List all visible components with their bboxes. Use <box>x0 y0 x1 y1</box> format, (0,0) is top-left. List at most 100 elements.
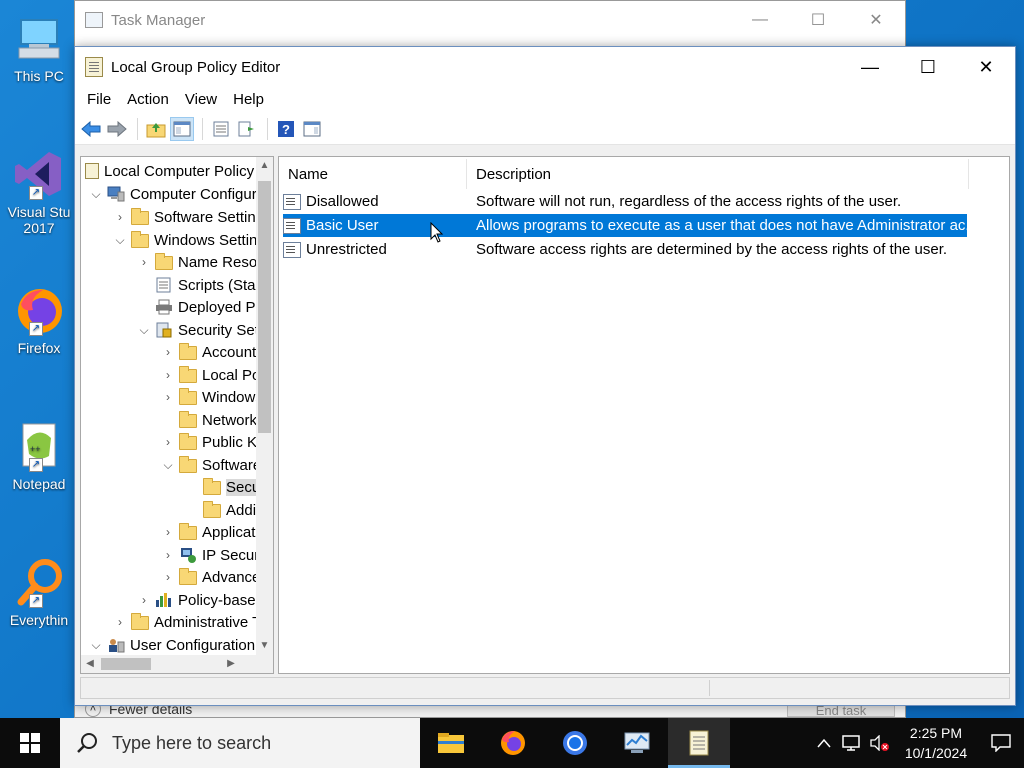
folder-icon <box>203 501 221 518</box>
taskbar-search-box[interactable]: Type here to search <box>60 718 420 768</box>
expand-chevron-icon[interactable]: › <box>161 345 175 359</box>
network-icon[interactable] <box>838 718 866 768</box>
tree-horizontal-scrollbar[interactable]: ◀ ▶ <box>81 655 258 673</box>
desktop-icon-firefox[interactable]: ↗ Firefox <box>4 284 74 356</box>
folder-icon <box>179 411 197 428</box>
column-headers: Name Description <box>279 159 969 189</box>
expand-chevron-icon[interactable]: › <box>113 210 127 224</box>
tree-node-name-resolution-policy[interactable]: › Name Resolution Policy <box>137 251 273 273</box>
system-tray: 2:25 PM 10/1/2024 <box>810 718 1024 768</box>
taskbar-task-manager[interactable] <box>606 718 668 768</box>
printer-icon <box>155 299 173 315</box>
help-icon[interactable]: ? <box>274 117 298 141</box>
visual-studio-icon: ↗ <box>13 148 65 200</box>
desktop-icon-everything[interactable]: ↗ Everythin <box>4 556 74 628</box>
scroll-up-icon[interactable]: ▲ <box>256 157 273 175</box>
minimize-button[interactable]: — <box>841 47 899 87</box>
properties-icon[interactable] <box>209 117 233 141</box>
column-header-description[interactable]: Description <box>467 159 969 189</box>
list-row-basic-user[interactable]: Basic User Allows programs to execute as… <box>283 214 967 237</box>
taskbar-group-policy-editor[interactable] <box>668 718 730 768</box>
show-hide-action-pane-icon[interactable] <box>300 117 324 141</box>
taskbar-clock[interactable]: 2:25 PM 10/1/2024 <box>894 723 978 763</box>
collapse-chevron-icon[interactable]: ⌵ <box>161 458 175 473</box>
action-center-button[interactable] <box>978 718 1024 768</box>
expand-chevron-icon[interactable]: › <box>161 368 175 382</box>
tree-node-deployed-printers[interactable]: Deployed Printers <box>137 296 273 318</box>
mouse-cursor-icon <box>430 221 444 244</box>
collapse-chevron-icon[interactable]: ⌵ <box>137 323 151 338</box>
volume-muted-icon[interactable] <box>866 718 894 768</box>
expand-chevron-icon[interactable]: › <box>161 435 175 449</box>
list-row-unrestricted[interactable]: Unrestricted Software access rights are … <box>283 238 967 261</box>
scrollbar-thumb[interactable] <box>101 658 151 670</box>
column-header-name[interactable]: Name <box>279 159 467 189</box>
close-button[interactable]: ✕ <box>847 1 905 39</box>
taskbar-chrome[interactable] <box>544 718 606 768</box>
console-tree[interactable]: Local Computer Policy ⌵ Computer Configu… <box>80 156 274 674</box>
tree-node-windows-settings[interactable]: ⌵ Windows Settings <box>113 229 273 251</box>
tree-node-local-computer-policy[interactable]: Local Computer Policy <box>85 160 254 182</box>
menu-view[interactable]: View <box>177 87 225 113</box>
menu-help[interactable]: Help <box>225 87 272 113</box>
back-arrow-icon[interactable] <box>79 117 103 141</box>
folder-icon <box>179 388 197 405</box>
desktop-icon-visual-studio[interactable]: ↗ Visual Stu 2017 <box>4 148 74 236</box>
tree-vertical-scrollbar[interactable]: ▲ ▼ <box>256 157 273 673</box>
expand-chevron-icon[interactable]: › <box>161 570 175 584</box>
computer-icon <box>13 12 65 64</box>
menu-action[interactable]: Action <box>119 87 177 113</box>
tree-node-user-configuration[interactable]: ⌵ User Configuration <box>89 634 255 656</box>
tree-node-security-settings[interactable]: ⌵ Security Settings <box>137 319 273 341</box>
tree-node-scripts[interactable]: Scripts (Startup/Shutdown) <box>137 274 273 296</box>
show-hidden-icons-chevron-icon[interactable] <box>810 718 838 768</box>
taskbar-firefox[interactable] <box>482 718 544 768</box>
start-button[interactable] <box>0 718 60 768</box>
firefox-icon <box>501 731 525 755</box>
expand-chevron-icon[interactable]: › <box>161 390 175 404</box>
forward-arrow-icon[interactable] <box>105 117 129 141</box>
list-row-disallowed[interactable]: Disallowed Software will not run, regard… <box>283 190 967 213</box>
maximize-button[interactable]: ☐ <box>789 1 847 39</box>
shortcut-arrow-icon: ↗ <box>29 322 43 336</box>
details-pane[interactable]: Name Description Disallowed Software wil… <box>278 156 1010 674</box>
minimize-button[interactable]: — <box>731 1 789 39</box>
scrollbar-thumb[interactable] <box>258 181 271 433</box>
scroll-right-icon[interactable]: ▶ <box>222 655 240 673</box>
show-hide-console-tree-icon[interactable] <box>170 116 194 141</box>
collapse-chevron-icon[interactable]: ⌵ <box>113 233 127 248</box>
expand-chevron-icon[interactable]: › <box>161 548 175 562</box>
desktop-icon-label: Everythin <box>9 612 69 628</box>
menu-file[interactable]: File <box>79 87 119 113</box>
scroll-left-icon[interactable]: ◀ <box>81 655 99 673</box>
group-policy-editor-window[interactable]: Local Group Policy Editor — ☐ ✕ File Act… <box>74 46 1016 706</box>
policy-editor-icon <box>85 57 103 77</box>
scroll-down-icon[interactable]: ▼ <box>256 637 273 655</box>
expand-chevron-icon[interactable]: › <box>137 593 151 607</box>
expand-chevron-icon[interactable]: › <box>113 615 127 629</box>
row-name: Basic User <box>306 217 379 234</box>
open-folder-icon <box>203 478 221 495</box>
svg-text:++: ++ <box>30 444 41 454</box>
ip-security-icon <box>179 547 197 563</box>
desktop-icon-this-pc[interactable]: This PC <box>4 12 74 84</box>
tree-node-computer-configuration[interactable]: ⌵ Computer Configuration <box>89 183 273 205</box>
close-button[interactable]: ✕ <box>957 47 1015 87</box>
collapse-chevron-icon[interactable]: ⌵ <box>89 187 103 202</box>
expand-chevron-icon[interactable]: › <box>161 525 175 539</box>
search-placeholder: Type here to search <box>112 732 272 753</box>
tree-node-policy-based-qos[interactable]: › Policy-based QoS <box>137 589 273 611</box>
desktop-icon-notepad-plus-plus[interactable]: ++ ↗ Notepad <box>4 420 74 492</box>
tree-node-software-settings[interactable]: › Software Settings <box>113 206 272 228</box>
tree-node-administrative-templates[interactable]: › Administrative Templates <box>113 611 273 633</box>
up-folder-icon[interactable] <box>144 117 168 141</box>
taskbar-file-explorer[interactable] <box>420 718 482 768</box>
shortcut-arrow-icon: ↗ <box>29 186 43 200</box>
export-list-icon[interactable] <box>235 117 259 141</box>
status-bar <box>80 677 1010 699</box>
collapse-chevron-icon[interactable]: ⌵ <box>89 638 103 653</box>
maximize-button[interactable]: ☐ <box>899 47 957 87</box>
bar-chart-icon <box>155 592 173 608</box>
gpe-titlebar[interactable]: Local Group Policy Editor — ☐ ✕ <box>75 47 1015 87</box>
expand-chevron-icon[interactable]: › <box>137 255 151 269</box>
